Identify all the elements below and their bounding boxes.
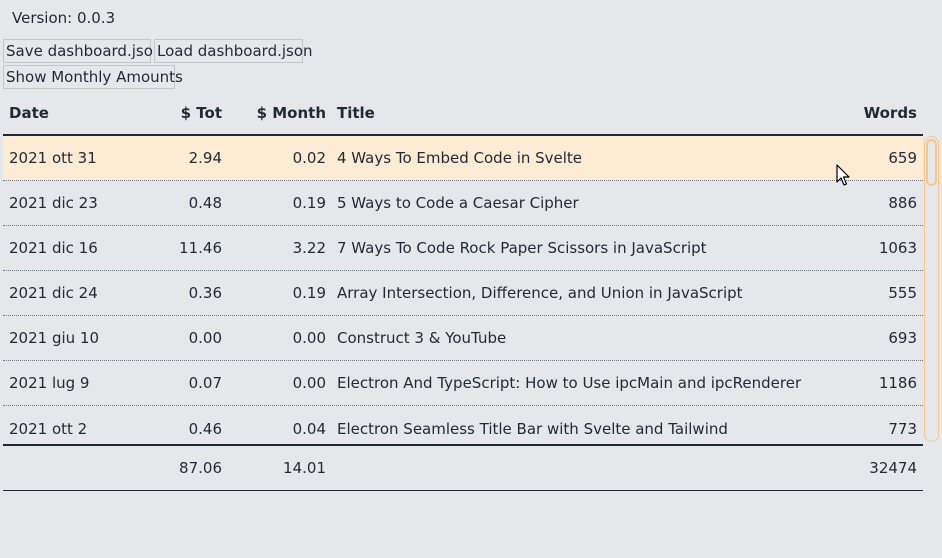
scrollbar-thumb[interactable] [926,139,937,186]
cell-total-amount: 0.36 [188,284,222,302]
table-row[interactable]: 2021 giu 10 0.00 0.00 Construct 3 & YouT… [3,316,923,361]
header-total-amount[interactable]: $ Tot [181,92,222,134]
cell-title: 5 Ways to Code a Caesar Cipher [337,194,579,212]
cell-words: 773 [888,419,917,438]
version-label: Version: 0.0.3 [12,9,116,27]
cell-title: Array Intersection, Difference, and Unio… [337,284,743,302]
cell-date: 2021 giu 10 [9,329,99,347]
cell-total-amount: 0.48 [188,194,222,212]
cell-words: 1063 [878,239,917,257]
cell-date: 2021 lug 9 [9,374,90,392]
table-row[interactable]: 2021 dic 16 11.46 3.22 7 Ways To Code Ro… [3,226,923,271]
cell-total-amount: 2.94 [188,149,222,167]
cell-month-amount: 0.02 [292,149,326,167]
table-footer-row: 87.06 14.01 32474 [3,446,923,491]
table-row[interactable]: 2021 dic 24 0.36 0.19 Array Intersection… [3,271,923,316]
cell-words: 555 [888,284,917,302]
cell-month-amount: 0.19 [292,194,326,212]
table-row[interactable]: 2021 ott 2 0.46 0.04 Electron Seamless T… [3,406,923,444]
cell-total-amount: 11.46 [179,239,222,257]
cell-title: 7 Ways To Code Rock Paper Scissors in Ja… [337,239,707,257]
table-scrollbar[interactable] [924,136,939,442]
cell-date: 2021 dic 23 [9,194,98,212]
show-monthly-amounts-button[interactable]: Show Monthly Amounts [3,65,183,89]
cell-month-amount: 0.19 [292,284,326,302]
table-row[interactable]: 2021 dic 23 0.48 0.19 5 Ways to Code a C… [3,181,923,226]
header-words[interactable]: Words [864,92,917,134]
cell-month-amount: 0.00 [292,329,326,347]
table-row[interactable]: 2021 lug 9 0.07 0.00 Electron And TypeSc… [3,361,923,406]
cell-month-amount: 0.00 [292,374,326,392]
cell-date: 2021 dic 24 [9,284,98,302]
footer-words-total: 32474 [869,459,917,477]
cell-words: 693 [888,329,917,347]
cell-date: 2021 dic 16 [9,239,98,257]
save-dashboard-button[interactable]: Save dashboard.json [3,39,162,63]
table-header-row: Date $ Tot $ Month Title Words [3,92,923,136]
header-date[interactable]: Date [9,92,49,134]
table-row[interactable]: 2021 ott 31 2.94 0.02 4 Ways To Embed Co… [3,136,923,181]
cell-date: 2021 ott 31 [9,149,97,167]
cell-title: Electron And TypeScript: How to Use ipcM… [337,374,802,392]
cell-words: 886 [888,194,917,212]
load-dashboard-button[interactable]: Load dashboard.json [154,39,313,63]
cell-total-amount: 0.00 [188,329,222,347]
mouse-cursor-icon [836,164,850,186]
cell-month-amount: 3.22 [292,239,326,257]
cell-words: 659 [888,149,917,167]
cell-words: 1186 [878,374,917,392]
cell-month-amount: 0.04 [292,419,326,438]
header-month-amount[interactable]: $ Month [257,92,326,134]
cell-total-amount: 0.46 [188,419,222,438]
cell-date: 2021 ott 2 [9,419,88,438]
articles-table: Date $ Tot $ Month Title Words 2021 ott … [3,92,923,491]
footer-month-amount: 14.01 [283,459,326,477]
footer-total-amount: 87.06 [179,459,222,477]
cell-title: 4 Ways To Embed Code in Svelte [337,149,583,167]
cell-total-amount: 0.07 [188,374,222,392]
header-title[interactable]: Title [337,92,375,134]
cell-title: Electron Seamless Title Bar with Svelte … [337,419,728,438]
cell-title: Construct 3 & YouTube [337,329,507,347]
table-body[interactable]: 2021 ott 31 2.94 0.02 4 Ways To Embed Co… [3,136,923,446]
